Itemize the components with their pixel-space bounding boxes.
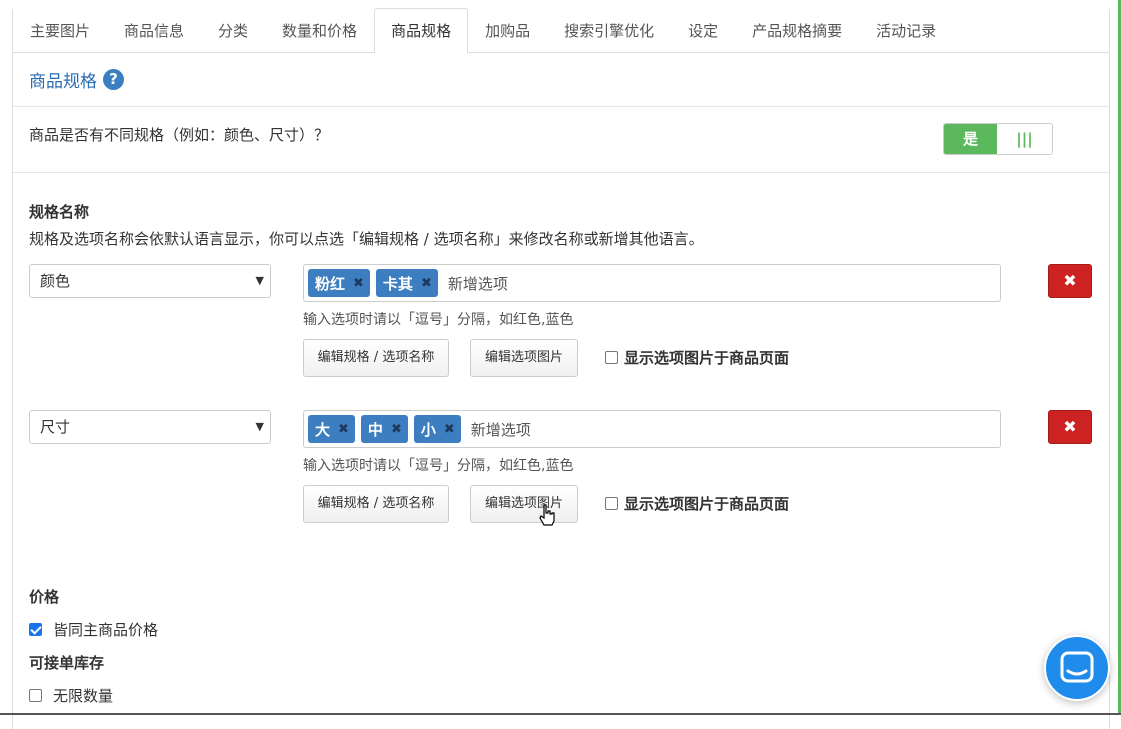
variant-question-row: 商品是否有不同规格（例如：颜色、尺寸）？ 是 ||| — [13, 107, 1109, 173]
option-tag-label: 粉红 — [315, 274, 346, 293]
option-tag: 大 ✖ — [308, 415, 355, 443]
variant-question: 商品是否有不同规格（例如：颜色、尺寸）？ — [29, 126, 330, 144]
remove-tag-icon[interactable]: ✖ — [421, 276, 432, 291]
tab-variants[interactable]: 商品规格 — [374, 8, 469, 53]
remove-tag-icon[interactable]: ✖ — [444, 422, 455, 437]
tab-category[interactable]: 分类 — [201, 8, 265, 52]
tab-seo[interactable]: 搜索引擎优化 — [547, 8, 671, 52]
chevron-down-icon: ▼ — [255, 274, 264, 287]
product-editor-panel: 主要图片 商品信息 分类 数量和价格 商品规格 加购品 搜索引擎优化 设定 产品… — [12, 8, 1110, 729]
toggle-no[interactable]: ||| — [997, 124, 1052, 154]
delete-spec-button[interactable]: ✖ — [1048, 410, 1092, 444]
option-tag: 粉红 ✖ — [308, 269, 370, 297]
checkbox-icon[interactable] — [605, 351, 618, 364]
add-option-placeholder[interactable]: 新增选项 — [448, 273, 508, 294]
option-tag: 卡其 ✖ — [375, 269, 438, 297]
variant-toggle[interactable]: 是 ||| — [943, 123, 1053, 155]
unlimited-stock-label: 无限数量 — [53, 687, 114, 705]
edit-option-images-button[interactable]: 编辑选项图片 — [470, 339, 578, 377]
tab-activity-log[interactable]: 活动记录 — [859, 8, 953, 52]
option-tag-label: 卡其 — [382, 274, 413, 293]
tab-bar: 主要图片 商品信息 分类 数量和价格 商品规格 加购品 搜索引擎优化 设定 产品… — [13, 8, 1109, 53]
question-circle-icon[interactable]: ? — [103, 69, 124, 90]
option-tag: 小 ✖ — [413, 415, 461, 443]
edit-names-button[interactable]: 编辑规格 / 选项名称 — [303, 485, 449, 523]
option-tag-input-size[interactable]: 大 ✖ 中 ✖ 小 ✖ 新增选项 — [303, 410, 1001, 448]
stock-heading: 可接单库存 — [29, 654, 105, 672]
option-tag-label: 小 — [420, 420, 436, 439]
tab-add-ons[interactable]: 加购品 — [468, 8, 547, 52]
same-price-checkbox[interactable]: 皆同主商品价格 — [29, 619, 158, 640]
show-option-images-label: 显示选项图片于商品页面 — [624, 349, 790, 367]
checkbox-icon[interactable] — [29, 689, 42, 702]
show-option-images-checkbox[interactable]: 显示选项图片于商品页面 — [605, 347, 789, 368]
chat-icon — [1060, 651, 1094, 683]
option-tag: 中 ✖ — [360, 415, 408, 443]
section-header: 商品规格 ? — [13, 53, 1109, 107]
chat-launcher-button[interactable] — [1044, 635, 1110, 701]
remove-tag-icon[interactable]: ✖ — [338, 422, 349, 437]
spec-select-color[interactable]: 颜色 ▼ — [29, 264, 271, 298]
spec-description: 规格及选项名称会依默认语言显示，你可以点选「编辑规格 / 选项名称」来修改名称或… — [29, 230, 704, 248]
spec-select-value: 尺寸 — [40, 418, 71, 436]
checkbox-checked-icon[interactable] — [29, 623, 42, 636]
option-tag-input-color[interactable]: 粉红 ✖ 卡其 ✖ 新增选项 — [303, 264, 1001, 302]
option-hint: 输入选项时请以「逗号」分隔，如红色,蓝色 — [303, 312, 574, 328]
checkbox-icon[interactable] — [605, 497, 618, 510]
option-hint: 输入选项时请以「逗号」分隔，如红色,蓝色 — [303, 458, 574, 474]
tab-quantity-price[interactable]: 数量和价格 — [265, 8, 374, 52]
remove-tag-icon[interactable]: ✖ — [353, 276, 364, 291]
spec-select-value: 颜色 — [40, 272, 71, 290]
pointer-hand-cursor-icon — [539, 504, 555, 526]
tab-product-info[interactable]: 商品信息 — [107, 8, 201, 52]
unlimited-stock-checkbox[interactable]: 无限数量 — [29, 685, 113, 706]
tab-main-images[interactable]: 主要图片 — [13, 8, 107, 52]
spec-name-heading: 规格名称 — [29, 203, 90, 221]
remove-tag-icon[interactable]: ✖ — [391, 422, 402, 437]
add-option-placeholder[interactable]: 新增选项 — [471, 419, 531, 440]
spec-select-size[interactable]: 尺寸 ▼ — [29, 410, 271, 444]
show-option-images-checkbox[interactable]: 显示选项图片于商品页面 — [605, 493, 789, 514]
option-tag-label: 中 — [367, 420, 383, 439]
section-title: 商品规格 — [29, 72, 97, 92]
edit-names-button[interactable]: 编辑规格 / 选项名称 — [303, 339, 449, 377]
tab-spec-summary[interactable]: 产品规格摘要 — [735, 8, 859, 52]
price-heading: 价格 — [29, 588, 60, 606]
edit-option-images-button[interactable]: 编辑选项图片 — [470, 485, 578, 523]
option-tag-label: 大 — [315, 420, 331, 439]
delete-spec-button[interactable]: ✖ — [1048, 264, 1092, 298]
toggle-yes[interactable]: 是 — [944, 124, 997, 154]
show-option-images-label: 显示选项图片于商品页面 — [624, 495, 790, 513]
tab-settings[interactable]: 设定 — [671, 8, 735, 52]
chevron-down-icon: ▼ — [255, 420, 264, 433]
same-price-label: 皆同主商品价格 — [53, 621, 159, 639]
